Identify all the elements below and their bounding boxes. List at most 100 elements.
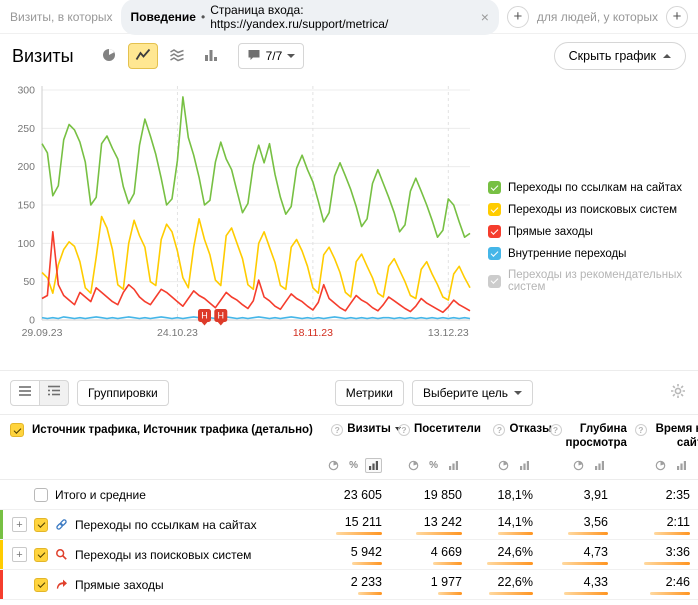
filter-prefix-label: Визиты, в которых (10, 10, 113, 24)
value-bar (498, 532, 533, 535)
pie-view-icon[interactable] (652, 458, 669, 473)
legend-item-search[interactable]: Переходы из поисковых систем (488, 203, 698, 216)
help-icon: ? (493, 424, 505, 436)
legend-label: Прямые заходы (508, 226, 593, 238)
svg-text:Н: Н (201, 311, 208, 321)
value-bar (352, 562, 382, 565)
legend-label: Переходы по ссылкам на сайтах (508, 182, 682, 194)
cell-visitors: 4 669 (390, 545, 470, 565)
expand-row-button[interactable]: + (12, 547, 27, 562)
metrics-label: Метрики (346, 386, 393, 400)
legend-label: Внутренние переходы (508, 248, 626, 260)
totals-row: Итого и средние 23 605 19 850 18,1% 3,91… (0, 480, 698, 510)
column-label: Время на сайте (651, 423, 698, 450)
value-bar (568, 532, 608, 535)
pie-view-icon[interactable] (325, 458, 342, 473)
view-mode-toggle (10, 380, 69, 406)
select-all-checkbox[interactable] (10, 423, 24, 437)
add-visit-filter-button[interactable]: + (507, 6, 529, 28)
line-chart-type-button[interactable] (128, 43, 158, 69)
svg-text:Н: Н (218, 311, 225, 321)
cell-depth: 3,91 (541, 488, 616, 502)
groupings-button[interactable]: Группировки (77, 380, 169, 406)
legend-item-direct[interactable]: Прямые заходы (488, 225, 698, 238)
checkbox-icon (488, 275, 501, 288)
svg-text:200: 200 (17, 161, 35, 173)
svg-text:150: 150 (17, 200, 35, 212)
yandex-metrica-report: Визиты, в которых Поведение • Страница в… (0, 0, 698, 605)
chart-header: Визиты 7/7 Скрыть график (0, 34, 698, 78)
svg-text:0: 0 (29, 315, 35, 327)
value-bar (489, 592, 533, 595)
value-bar (336, 532, 382, 535)
value-bar (564, 592, 608, 595)
cell-bounce: 22,6% (470, 575, 541, 595)
row-color-strip (0, 510, 3, 539)
column-header-visits[interactable]: ? Визиты (313, 423, 409, 437)
chart-area: 05010015020025030029.09.2324.10.2318.11.… (0, 78, 698, 370)
checkbox-icon (488, 203, 501, 216)
value-bar (654, 532, 690, 535)
value-bar (644, 562, 690, 565)
columns-chart-type-button[interactable] (196, 43, 226, 69)
cell-bounce: 24,6% (470, 545, 541, 565)
pie-view-icon[interactable] (495, 458, 512, 473)
bars-view-icon[interactable] (445, 458, 462, 473)
columns-chart-icon (203, 47, 219, 66)
visits-chart: 05010015020025030029.09.2324.10.2318.11.… (0, 78, 480, 350)
column-label: Посетители (414, 423, 481, 437)
filter-chip-separator: • (201, 10, 205, 24)
column-label: Глубина просмотра (566, 423, 627, 450)
checkbox-icon (488, 247, 501, 260)
column-header-depth[interactable]: ? Глубина просмотра (560, 423, 635, 450)
pie-view-icon[interactable] (405, 458, 422, 473)
metrics-button[interactable]: Метрики (335, 380, 404, 406)
percent-view-icon[interactable]: % (426, 458, 441, 473)
row-label[interactable]: Переходы по ссылкам на сайтах (75, 518, 257, 532)
percent-view-icon[interactable]: % (346, 458, 361, 473)
cell-time: 2:35 (616, 488, 698, 502)
chevron-down-icon (514, 391, 522, 395)
hide-chart-button[interactable]: Скрыть график (554, 42, 686, 70)
annotations-dropdown[interactable]: 7/7 (238, 43, 305, 69)
settings-button[interactable] (668, 381, 688, 404)
legend-item-internal[interactable]: Внутренние переходы (488, 247, 698, 260)
cell-visitors: 1 977 (390, 575, 470, 595)
row-checkbox[interactable] (34, 518, 48, 532)
row-checkbox[interactable] (34, 548, 48, 562)
row-checkbox[interactable] (34, 488, 48, 502)
row-checkbox[interactable] (34, 578, 48, 592)
svg-text:50: 50 (23, 276, 35, 288)
row-label[interactable]: Переходы из поисковых систем (75, 548, 251, 562)
column-header-time[interactable]: ? Время на сайте (635, 423, 698, 450)
remove-filter-icon[interactable]: × (481, 9, 489, 25)
pie-view-icon[interactable] (570, 458, 587, 473)
add-people-filter-button[interactable]: + (666, 6, 688, 28)
row-label[interactable]: Прямые заходы (75, 578, 164, 592)
value-bar (650, 592, 690, 595)
pie-chart-icon (101, 47, 117, 66)
legend-label: Переходы из поисковых систем (508, 204, 677, 216)
cell-depth: 4,73 (541, 545, 616, 565)
bars-view-icon[interactable] (516, 458, 533, 473)
bars-view-icon[interactable] (673, 458, 690, 473)
filter-chip[interactable]: Поведение • Страница входа: https://yand… (121, 0, 499, 35)
expand-row-button[interactable]: + (12, 517, 27, 532)
filter-suffix-label: для людей, у которых (537, 10, 658, 24)
stacked-chart-type-button[interactable] (162, 43, 192, 69)
flat-list-view-button[interactable] (10, 380, 40, 406)
bars-view-icon[interactable] (591, 458, 608, 473)
column-header-visitors[interactable]: ? Посетители (409, 423, 489, 437)
legend-item-links[interactable]: Переходы по ссылкам на сайтах (488, 181, 698, 194)
svg-text:29.09.23: 29.09.23 (22, 327, 63, 339)
tree-view-button[interactable] (39, 380, 69, 406)
bars-view-icon[interactable] (365, 458, 382, 473)
help-icon: ? (550, 424, 562, 436)
cell-time: 3:36 (616, 545, 698, 565)
segment-filter-bar: Визиты, в которых Поведение • Страница в… (0, 0, 698, 34)
legend-item-recommendations[interactable]: Переходы из рекомендательных систем (488, 269, 698, 293)
direct-visit-icon (55, 578, 68, 591)
goal-select-dropdown[interactable]: Выберите цель (412, 380, 533, 406)
cell-depth: 3,56 (541, 515, 616, 535)
pie-chart-type-button[interactable] (94, 43, 124, 69)
